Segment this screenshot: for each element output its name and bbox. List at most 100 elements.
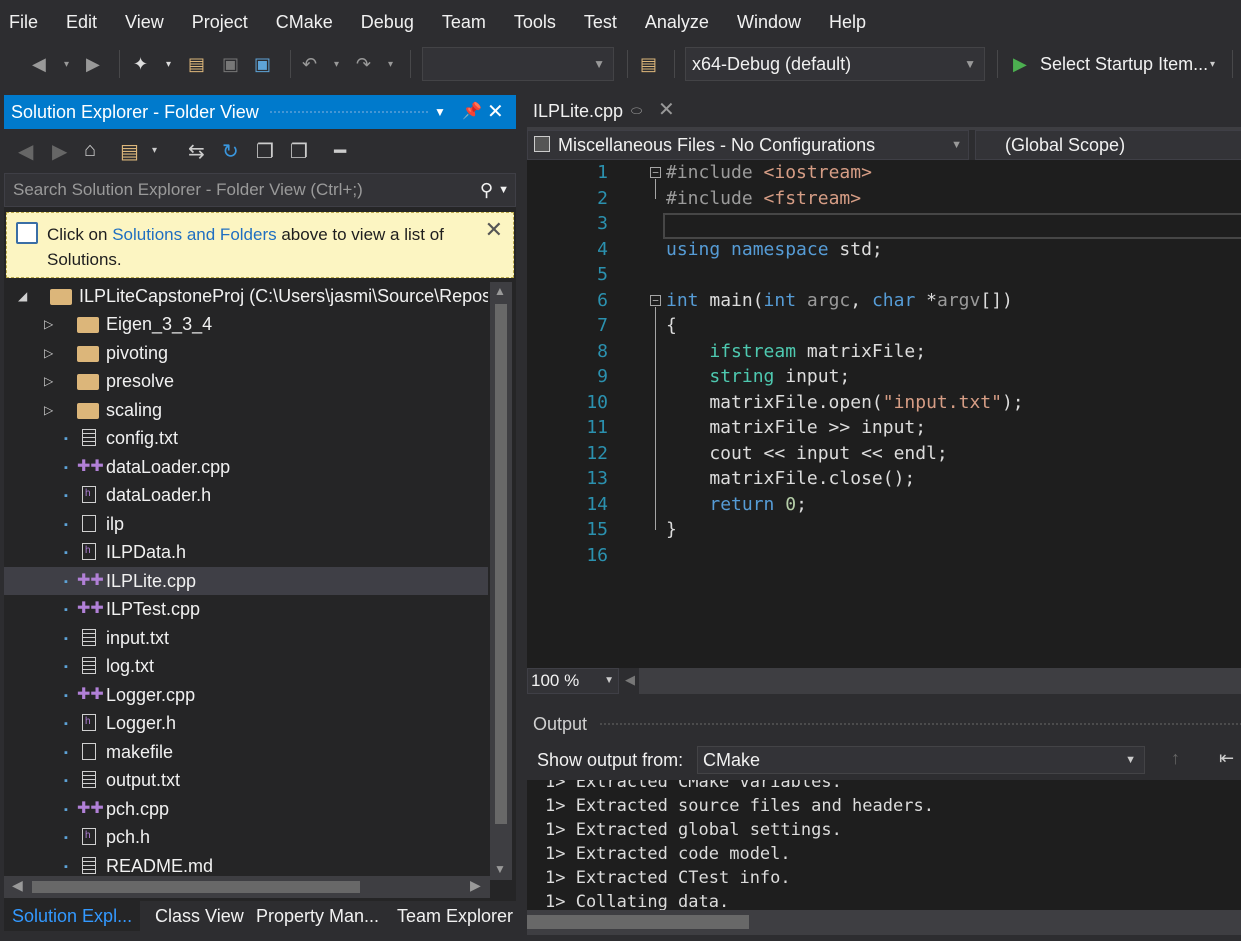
menu-tools[interactable]: Tools xyxy=(500,0,570,44)
scroll-down-icon[interactable]: ▼ xyxy=(494,862,506,876)
code-line[interactable]: int main(int argc, char *argv[]) xyxy=(666,288,1013,314)
undo-icon[interactable]: ↶ xyxy=(302,52,317,76)
tree-item[interactable]: ▷ scaling xyxy=(4,396,488,424)
tree-item[interactable]: ▪ input.txt xyxy=(4,624,488,652)
startup-item-label[interactable]: Select Startup Item... xyxy=(1040,52,1208,76)
collapse-all-icon[interactable]: ❐ xyxy=(256,139,274,164)
tree-item[interactable]: ▪ ✚✚ dataLoader.cpp xyxy=(4,453,488,481)
switch-views-dropdown-icon[interactable]: ▾ xyxy=(152,145,157,156)
output-title-bar[interactable]: Output xyxy=(527,708,1241,740)
save-all-icon[interactable]: ▣ xyxy=(254,52,271,76)
tree-item[interactable]: ▪ ilp xyxy=(4,510,488,538)
chevron-down-icon[interactable]: ▼ xyxy=(498,174,509,206)
open-folder-icon[interactable]: ▤ xyxy=(188,52,205,76)
tree-item[interactable]: ▪ Logger.h xyxy=(4,708,488,737)
tree-item[interactable]: ▪ ✚✚ ILPLite.cpp xyxy=(4,566,488,595)
pin-tab-icon[interactable]: ⬭ xyxy=(631,95,642,127)
collapse-region-icon[interactable]: − xyxy=(650,294,661,306)
new-item-icon[interactable]: ✦ xyxy=(133,52,148,76)
find-in-files-icon[interactable]: ▤ xyxy=(640,52,657,76)
close-icon[interactable]: ✕ xyxy=(487,95,504,129)
menu-test[interactable]: Test xyxy=(570,0,631,44)
scroll-right-icon[interactable]: ▶ xyxy=(470,877,481,894)
vertical-scrollbar[interactable]: ▲ ▼ xyxy=(490,282,512,880)
save-icon[interactable]: ▣ xyxy=(222,52,239,76)
back-dropdown-icon[interactable]: ▾ xyxy=(64,52,69,76)
horizontal-scrollbar[interactable] xyxy=(527,910,1241,935)
solution-config-combo[interactable]: ▼ xyxy=(422,47,614,81)
code-line[interactable]: } xyxy=(666,517,677,543)
minus-icon[interactable]: ━ xyxy=(334,139,346,164)
go-to-previous-message-icon[interactable]: ⇤ xyxy=(1219,748,1234,769)
zoom-combo[interactable]: 100 % ▼ xyxy=(527,668,619,694)
menu-help[interactable]: Help xyxy=(815,0,880,44)
new-item-dropdown-icon[interactable]: ▾ xyxy=(166,52,171,76)
play-icon[interactable]: ▶ xyxy=(1013,52,1027,76)
switch-views-icon[interactable]: ▤ xyxy=(120,139,139,164)
startup-dropdown-icon[interactable]: ▾ xyxy=(1210,52,1215,76)
menu-view[interactable]: View xyxy=(111,0,178,44)
code-line[interactable]: matrixFile.open("input.txt"); xyxy=(666,390,1023,416)
tree-item[interactable]: ▪ ✚✚ pch.cpp xyxy=(4,795,488,823)
output-text[interactable]: 1> Extracted CMake variables. 1> Extracte… xyxy=(527,780,1241,910)
tab-ilplite-cpp[interactable]: ILPLite.cpp ⬭ ✕ xyxy=(527,95,689,127)
tree-item[interactable]: ▪ ✚✚ ILPTest.cpp xyxy=(4,595,488,623)
menu-window[interactable]: Window xyxy=(723,0,815,44)
tree-item[interactable]: ▷ presolve xyxy=(4,367,488,395)
code-line[interactable]: { xyxy=(666,313,677,339)
code-line[interactable]: ifstream matrixFile; xyxy=(666,339,926,365)
code-line[interactable]: #include <fstream> xyxy=(666,186,861,212)
scroll-left-icon[interactable]: ◀ xyxy=(625,672,635,688)
pin-icon[interactable]: 📌 xyxy=(462,95,482,129)
horizontal-scrollbar[interactable] xyxy=(639,668,1241,694)
collapsed-arrow-icon[interactable]: ▷ xyxy=(44,367,53,395)
output-source-combo[interactable]: CMake ▼ xyxy=(697,746,1145,774)
platform-combo[interactable]: x64-Debug (default) ▼ xyxy=(685,47,985,81)
tree-item[interactable]: ▪ log.txt xyxy=(4,652,488,680)
collapse-region-icon[interactable]: − xyxy=(650,167,661,178)
refresh-icon[interactable]: ↻ xyxy=(222,139,239,164)
forward-icon[interactable]: ▶ xyxy=(86,52,100,76)
solutions-and-folders-link[interactable]: Solutions and Folders xyxy=(112,225,276,244)
tree-item[interactable]: ▪ output.txt xyxy=(4,766,488,794)
menu-analyze[interactable]: Analyze xyxy=(631,0,723,44)
solution-explorer-title-bar[interactable]: Solution Explorer - Folder View ▼ 📌 ✕ xyxy=(4,95,516,129)
tab-solution-expl[interactable]: Solution Expl... xyxy=(4,901,141,931)
tree-item[interactable]: ▪ pch.h xyxy=(4,822,488,851)
tree-item[interactable]: ▪ makefile xyxy=(4,738,488,766)
find-message-icon[interactable]: ↑ xyxy=(1171,748,1180,769)
code-line[interactable]: matrixFile >> input; xyxy=(666,415,926,441)
menu-project[interactable]: Project xyxy=(178,0,262,44)
code-line[interactable]: cout << input << endl; xyxy=(666,441,947,467)
menu-edit[interactable]: Edit xyxy=(52,0,111,44)
menu-team[interactable]: Team xyxy=(428,0,500,44)
tab-class-view[interactable]: Class View xyxy=(147,901,252,931)
scope-combo[interactable]: (Global Scope) xyxy=(975,130,1241,160)
sync-icon[interactable]: ⇆ xyxy=(188,139,205,164)
copy-icon[interactable]: ❐ xyxy=(290,139,308,164)
scroll-up-icon[interactable]: ▲ xyxy=(494,284,506,298)
tree-item[interactable]: ▷ Eigen_3_3_4 xyxy=(4,310,488,338)
tree-item[interactable]: ▪ ILPData.h xyxy=(4,537,488,566)
tree-item[interactable]: ▪ dataLoader.h xyxy=(4,480,488,509)
home-icon[interactable]: ⌂ xyxy=(84,139,96,162)
tree-root-project[interactable]: ◢ ILPLiteCapstoneProj (C:\Users\jasmi\Sou… xyxy=(4,282,488,310)
horizontal-scrollbar[interactable]: ◀ ▶ xyxy=(4,876,490,898)
code-line[interactable]: return 0; xyxy=(666,492,807,518)
redo-icon[interactable]: ↷ xyxy=(356,52,371,76)
scroll-thumb[interactable] xyxy=(32,881,360,893)
window-position-icon[interactable]: ▼ xyxy=(434,95,446,129)
collapsed-arrow-icon[interactable]: ▷ xyxy=(44,339,53,367)
collapsed-arrow-icon[interactable]: ▷ xyxy=(44,310,53,338)
code-line[interactable]: using namespace std; xyxy=(666,237,883,263)
scroll-thumb[interactable] xyxy=(495,304,507,824)
undo-dropdown-icon[interactable]: ▾ xyxy=(334,52,339,76)
code-editor[interactable]: 1 #include <iostream> 2 #include <fstream> 3… xyxy=(527,160,1241,668)
project-combo[interactable]: Miscellaneous Files - No Configurations … xyxy=(527,130,969,160)
search-input[interactable]: Search Solution Explorer - Folder View (… xyxy=(4,173,516,207)
tab-team-explorer[interactable]: Team Explorer xyxy=(389,901,521,931)
code-line[interactable]: string input; xyxy=(666,364,850,390)
back-icon[interactable]: ◀ xyxy=(18,139,33,164)
redo-dropdown-icon[interactable]: ▾ xyxy=(388,52,393,76)
tree-item[interactable]: ▪ ✚✚ Logger.cpp xyxy=(4,681,488,709)
